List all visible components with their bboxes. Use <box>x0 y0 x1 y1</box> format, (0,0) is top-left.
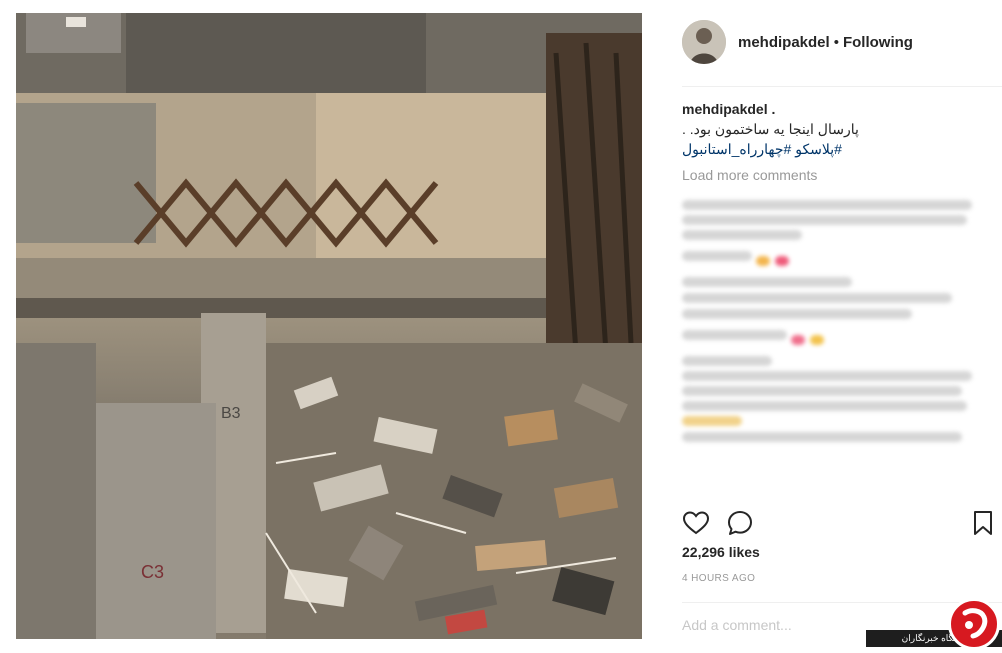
add-comment-input[interactable] <box>682 612 882 638</box>
list-item <box>682 246 978 271</box>
bookmark-icon[interactable] <box>972 509 994 537</box>
caption-text: پارسال اینجا یه ساختمون بود. . <box>682 121 859 137</box>
list-item <box>682 200 978 240</box>
list-item <box>682 293 978 303</box>
avatar-image <box>682 20 726 64</box>
instagram-post: B3 C3 mehdipakdel • Following mehdipakde… <box>0 0 1002 653</box>
comment-bubble-icon[interactable] <box>726 509 754 537</box>
post-photo[interactable]: B3 C3 <box>16 13 642 639</box>
likes-count[interactable]: 22,296 likes <box>682 544 760 560</box>
caption-username[interactable]: mehdipakdel . <box>682 99 982 119</box>
svg-text:B3: B3 <box>221 405 241 422</box>
caption: mehdipakdel . پارسال اینجا یه ساختمون بو… <box>682 99 982 159</box>
svg-text:C3: C3 <box>141 562 164 582</box>
action-bar <box>682 509 992 537</box>
header-divider <box>682 86 1002 87</box>
header-username[interactable]: mehdipakdel <box>738 34 830 51</box>
blurred-comments-list <box>682 195 978 448</box>
list-item <box>682 432 978 442</box>
following-button[interactable]: Following <box>843 34 913 51</box>
list-item <box>682 356 978 426</box>
list-item <box>682 309 978 319</box>
caption-hashtags[interactable]: #پلاسکو #چهارراه_استانبول <box>682 139 982 159</box>
rubble-building-image: B3 C3 <box>16 13 642 639</box>
heart-icon[interactable] <box>682 509 710 537</box>
list-item <box>682 325 978 350</box>
load-more-comments[interactable]: Load more comments <box>682 167 817 183</box>
watermark-logo: باشگاه خبرنگاران <box>866 596 1002 653</box>
avatar[interactable] <box>682 20 726 64</box>
watermark-seal-icon <box>948 598 1000 650</box>
post-header: mehdipakdel • Following <box>682 19 982 65</box>
separator-dot: • <box>833 33 839 51</box>
list-item <box>682 277 978 287</box>
post-timestamp[interactable]: 4 HOURS AGO <box>682 573 755 584</box>
post-sidebar: mehdipakdel • Following mehdipakdel . پا… <box>642 0 1002 653</box>
